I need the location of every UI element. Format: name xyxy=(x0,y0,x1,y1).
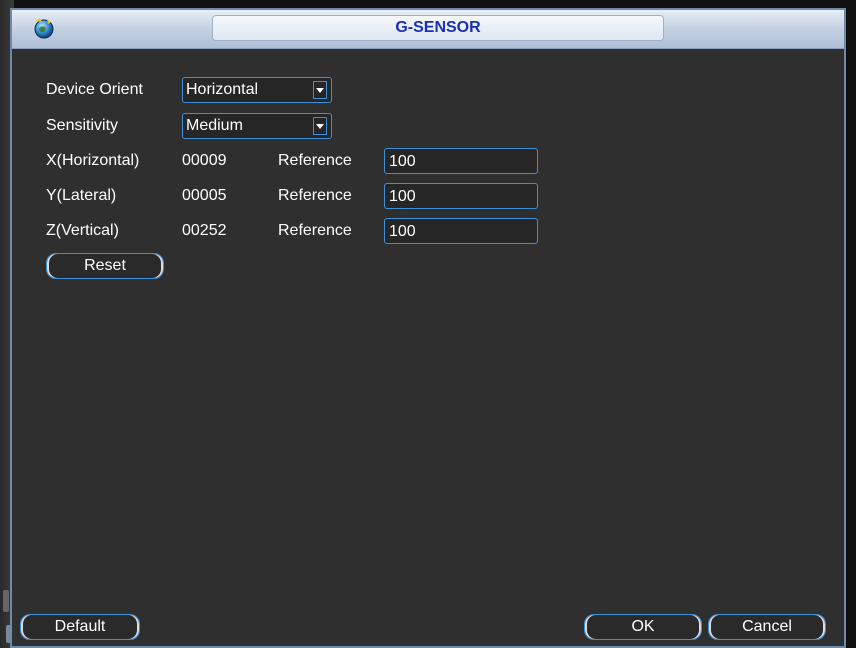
z-axis-label: Z(Vertical) xyxy=(46,222,119,239)
default-button[interactable]: Default xyxy=(20,614,140,640)
chevron-down-icon[interactable] xyxy=(313,81,327,99)
x-axis-label: X(Horizontal) xyxy=(46,152,140,169)
z-reference-label: Reference xyxy=(278,222,352,239)
dvr-screen: G-SENSOR Device Orient Horizontal Sensit… xyxy=(0,0,856,648)
g-sensor-dialog: G-SENSOR Device Orient Horizontal Sensit… xyxy=(10,8,846,648)
x-reference-input[interactable]: 100 xyxy=(384,148,538,174)
z-reference-input[interactable]: 100 xyxy=(384,218,538,244)
sensitivity-label: Sensitivity xyxy=(46,117,119,134)
window-title: G-SENSOR xyxy=(212,15,664,41)
y-reference-input[interactable]: 100 xyxy=(384,183,538,209)
y-axis-reading: 00005 xyxy=(182,187,227,204)
ok-button[interactable]: OK xyxy=(584,614,702,640)
globe-icon xyxy=(32,16,56,40)
background-handle xyxy=(3,590,9,612)
device-orient-value: Horizontal xyxy=(186,81,259,98)
device-orient-label: Device Orient xyxy=(46,81,143,98)
x-axis-reading: 00009 xyxy=(182,152,227,169)
reset-button[interactable]: Reset xyxy=(46,253,164,279)
sensitivity-value: Medium xyxy=(186,117,243,134)
title-bar[interactable]: G-SENSOR xyxy=(12,10,844,49)
y-reference-label: Reference xyxy=(278,187,352,204)
x-reference-label: Reference xyxy=(278,152,352,169)
chevron-down-icon[interactable] xyxy=(313,117,327,135)
z-axis-reading: 00252 xyxy=(182,222,227,239)
device-orient-select[interactable]: Horizontal xyxy=(182,77,332,103)
sensitivity-select[interactable]: Medium xyxy=(182,113,332,139)
cancel-button[interactable]: Cancel xyxy=(708,614,826,640)
y-axis-label: Y(Lateral) xyxy=(46,187,117,204)
